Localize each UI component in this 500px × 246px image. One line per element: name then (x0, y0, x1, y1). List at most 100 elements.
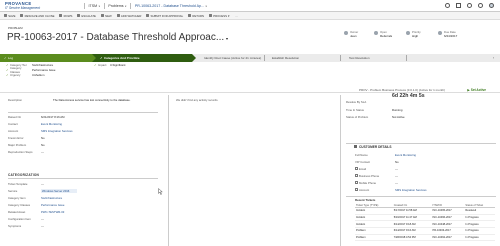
table-row[interactable]: Incident 5/17/2017 11:58 AM INC-10465-2017… (355, 207, 495, 215)
stage-divider (406, 55, 407, 61)
set-active-button[interactable]: ▶ Set Active (467, 88, 486, 92)
field-ticket-template[interactable]: Ticket Template --- (8, 181, 44, 186)
customer-vip-contact[interactable]: VIP Contact No (355, 159, 399, 164)
field-reproduction-steps[interactable]: Reproduction Steps --- (8, 149, 44, 154)
process-stage-details-left: ✓ Category Tier Sw/Infrastructure ✓ Cate… (6, 62, 55, 86)
stage-divider (340, 55, 341, 61)
sla-label: Resolve By SLA (346, 100, 367, 104)
process-stage-root-cause[interactable]: Identify Root Cause (Active for 21 minut… (200, 54, 270, 62)
field-symptoms[interactable]: Symptoms --- (8, 223, 44, 228)
nav-icon-group (445, 3, 494, 8)
status-of-problem-label: Status of Problem (346, 115, 369, 119)
customer-email[interactable]: Email --- (355, 166, 398, 171)
customer-full-name[interactable]: Full Name Event Monitoring (355, 152, 416, 157)
table-row[interactable]: Incident 5/16/2017 11:47 AM INC-10466-2017… (355, 214, 495, 222)
status-icon (374, 31, 378, 35)
entity-type-label: PROBLEM (8, 26, 23, 30)
brand-tagline: IT Service Management (5, 5, 40, 10)
divider (346, 143, 496, 144)
user-avatar-icon[interactable] (489, 3, 494, 8)
help-icon[interactable] (467, 3, 472, 8)
watcher-icon (116, 14, 120, 17)
nav-divider (103, 3, 105, 9)
field-account[interactable]: Account SMS Integration Services (8, 128, 73, 133)
table-row[interactable]: Problem 7/28/2018 4:54 PM INC-10462-2017 In… (355, 234, 495, 242)
gear-icon[interactable] (478, 3, 483, 8)
field-related-asset[interactable]: Related Asset PWC-TESTWR-03 (8, 209, 64, 214)
nav-breadcrumb: ITSM ▾ Problems ▾ PR-10063-2017 - Databa… (80, 3, 207, 9)
table-row[interactable]: Problem 6/14/2017 9:16 AM PR-10463-2017 In … (355, 227, 495, 235)
customer-account[interactable]: Account SMS Integration Services (355, 187, 427, 192)
save-button[interactable]: SAVE (4, 14, 15, 18)
stage-divider (264, 55, 265, 61)
divider (8, 112, 158, 113)
checkmark-icon (20, 14, 24, 17)
chevron-down-icon[interactable]: ▾ (99, 5, 100, 8)
search-icon[interactable] (445, 3, 450, 8)
process-stage-establish-resolution[interactable]: Establish Resolution (268, 54, 330, 62)
field-configuration-item[interactable]: Configuration Item --- (8, 216, 44, 221)
top-nav-bar: PROVANCE IT Service Management ITSM ▾ Pr… (0, 0, 500, 12)
chevron-down-icon[interactable]: ▾ (205, 5, 206, 8)
plus-icon[interactable] (456, 3, 461, 8)
chevron-right-icon[interactable]: › (493, 56, 494, 60)
new-button[interactable]: NEW (100, 14, 112, 18)
field-category-item[interactable]: Category Item Sw/Infrastructure (8, 195, 62, 200)
process-stage-categorize[interactable]: ✓ Categorize And Prioritize (92, 54, 196, 62)
rows-button[interactable]: ROWS (59, 14, 72, 18)
process-detail-row[interactable]: ✓ Category Classes Performance Issue (6, 66, 55, 74)
column-divider (168, 95, 169, 246)
process-detail-row[interactable]: ✓ Impact 3-Significant (94, 62, 125, 67)
rows-icon (59, 14, 63, 17)
customer-mobile-phone[interactable]: Mobile Phone --- (355, 180, 398, 185)
escalate-icon (77, 14, 81, 17)
nav-app-switcher[interactable]: ITSM (89, 4, 98, 8)
customer-business-phone[interactable]: Business Phone --- (355, 173, 398, 178)
time-in-status-value: Running (392, 108, 403, 112)
user-icon (344, 31, 348, 35)
business-process-bar: ✓ Log ✓ Categorize And Prioritize Identi… (0, 54, 500, 62)
mouse-cursor-icon (158, 188, 163, 195)
chevron-down-icon[interactable]: ▾ (125, 5, 126, 8)
process-button[interactable]: PROCESS ▾ (209, 14, 229, 18)
phone-icon (355, 173, 358, 177)
checkmark-icon: ✓ (100, 56, 103, 60)
resolve-and-close-button[interactable]: RESOLVE AND CLOSE (20, 14, 54, 18)
divider (346, 196, 496, 197)
nav-area-problems[interactable]: Problems (108, 4, 123, 8)
approval-icon (146, 14, 150, 17)
column-divider (340, 95, 341, 246)
more-commands-button[interactable]: … (235, 14, 238, 18)
divider (8, 178, 158, 179)
process-detail-row[interactable]: ✓ Urgency 3-Medium (6, 72, 55, 77)
description-field[interactable]: The Data Access service has lost connect… (53, 98, 130, 102)
field-raised-on[interactable]: Raised On 6/21/2017 8:16 AM (8, 114, 64, 119)
description-label: Description (8, 98, 22, 102)
table-row[interactable]: Incident 6/14/2017 9:18 AM INC-10448-2017 I… (355, 220, 495, 228)
field-major-problem[interactable]: Major Problem No (8, 142, 45, 147)
nav-divider (84, 3, 85, 9)
chevron-down-icon: ▾ (227, 13, 230, 18)
chevron-down-icon[interactable]: ▾ (226, 36, 228, 41)
return-button[interactable]: RETURN (188, 14, 204, 18)
checkmark-icon: ✓ (4, 56, 7, 60)
process-stage-log[interactable]: ✓ Log (0, 54, 96, 62)
section-title-categorization: CATEGORIZATION (8, 173, 40, 177)
nav-divider (130, 3, 131, 9)
field-category-classes[interactable]: Category Classes Performance Issue (8, 202, 64, 207)
nav-record-tab[interactable]: PR-10063-2017 - Database Threshold Ap... (135, 4, 204, 8)
section-title-customer-details: CUSTOMER DETAILS (359, 145, 392, 149)
field-known-error[interactable]: Known Error No (8, 135, 45, 140)
status-of-problem-value: Not Active (392, 115, 405, 119)
escalate-button[interactable]: ESCALATE (77, 14, 96, 18)
brand-logo[interactable]: PROVANCE IT Service Management (5, 1, 40, 11)
email-icon (355, 166, 358, 170)
field-contact[interactable]: Contact Event Monitoring (8, 121, 62, 126)
process-stage-test-resolution[interactable]: Test Resolution (345, 54, 405, 62)
submit-for-approval-button[interactable]: SUBMIT FOR APPROVAL (146, 14, 183, 18)
priority-icon (406, 31, 410, 35)
add-watcher-button[interactable]: ADD WATCHER (116, 14, 141, 18)
page-title: PR-10063-2017 - Database Threshold Appro… (7, 32, 225, 43)
field-service[interactable]: Service Windows Server 2016 (8, 188, 78, 193)
process-name: PROV - Problem Business Process (3.0.1.0… (358, 88, 445, 92)
